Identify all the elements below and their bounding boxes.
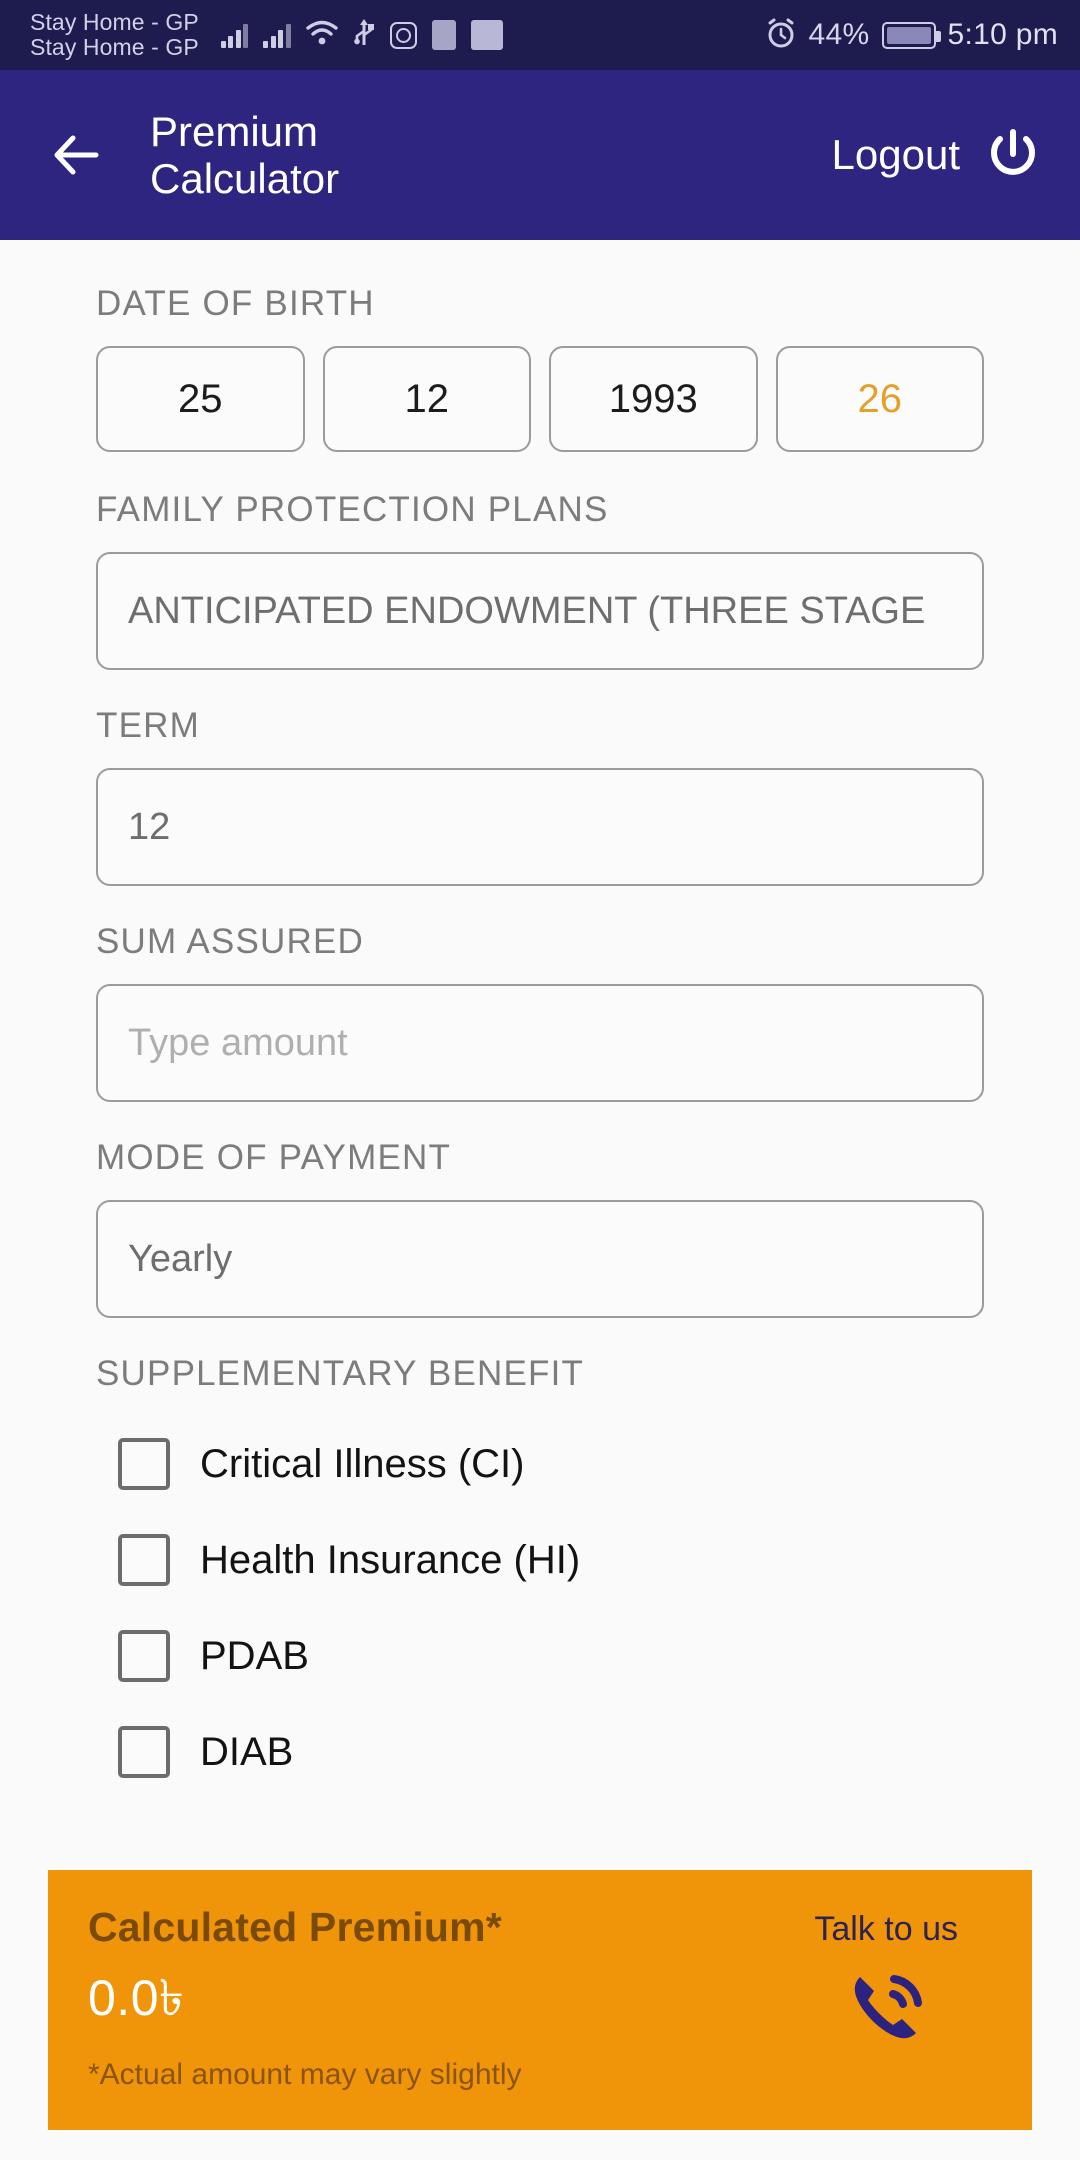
app-screen: Stay Home - GP Stay Home - GP 44% 5:10 p…	[0, 0, 1080, 2160]
instagram-icon	[389, 21, 417, 49]
alarm-icon	[765, 17, 797, 54]
checkbox-health-insurance[interactable]	[118, 1534, 170, 1586]
notification-app-icon	[470, 20, 503, 50]
plan-select[interactable]: ANTICIPATED ENDOWMENT (THREE STAGE	[96, 552, 984, 670]
checkbox-pdab[interactable]	[118, 1630, 170, 1682]
mode-of-payment-select[interactable]: Yearly	[96, 1200, 984, 1318]
plan-label: FAMILY PROTECTION PLANS	[96, 490, 609, 529]
battery-percent-label: 44%	[808, 18, 870, 51]
mode-of-payment-label: MODE OF PAYMENT	[96, 1138, 452, 1177]
premium-info: Calculated Premium* 0.0৳ *Actual amount …	[88, 1904, 814, 2092]
plan-group: FAMILY PROTECTION PLANS ANTICIPATED ENDO…	[96, 490, 984, 670]
dob-year-field[interactable]: 1993	[549, 346, 758, 452]
signal-icon	[220, 22, 249, 48]
signal-icon	[263, 22, 291, 48]
dob-group: DATE OF BIRTH 25 12 1993 26	[96, 284, 984, 452]
talk-to-us-label: Talk to us	[814, 1910, 958, 1948]
page-title: Premium Calculator	[150, 108, 339, 202]
term-label: TERM	[96, 706, 200, 745]
sum-assured-group: SUM ASSURED Type amount	[96, 922, 984, 1102]
supplementary-benefit-group: SUPPLEMENTARY BENEFIT Critical Illness (…	[96, 1354, 984, 1800]
clock-label: 5:10 pm	[947, 18, 1058, 51]
dob-month-field[interactable]: 12	[322, 346, 531, 452]
logout-button[interactable]: Logout	[832, 124, 1044, 186]
checkbox-label: DIAB	[200, 1729, 294, 1774]
calculated-premium-amount: 0.0৳	[88, 1970, 185, 2026]
mode-of-payment-group: MODE OF PAYMENT Yearly	[96, 1138, 984, 1318]
logout-label: Logout	[831, 131, 960, 178]
usb-icon	[353, 18, 375, 53]
list-item[interactable]: Health Insurance (HI)	[118, 1512, 984, 1608]
supplementary-benefit-list: Critical Illness (CI) Health Insurance (…	[96, 1416, 984, 1800]
phone-call-icon[interactable]	[840, 1961, 932, 2053]
calculated-premium-title: Calculated Premium*	[88, 1904, 502, 1950]
page-title-line1: Premium	[150, 107, 319, 155]
back-button[interactable]	[46, 124, 108, 186]
power-icon[interactable]	[982, 124, 1044, 186]
sum-assured-input[interactable]: Type amount	[96, 984, 984, 1102]
form-content: DATE OF BIRTH 25 12 1993 26 FAMILY PROTE…	[0, 240, 1080, 1800]
checkbox-critical-illness[interactable]	[118, 1438, 170, 1490]
page-title-line2: Calculator	[150, 155, 340, 202]
carrier-label-sim1: Stay Home - GP	[30, 9, 199, 36]
supplementary-benefit-label: SUPPLEMENTARY BENEFIT	[96, 1354, 585, 1393]
checkbox-label: Health Insurance (HI)	[200, 1537, 581, 1582]
notification-app-icon	[431, 20, 456, 50]
dob-label: DATE OF BIRTH	[96, 284, 375, 323]
dob-day-field[interactable]: 25	[96, 346, 305, 452]
wifi-icon	[306, 20, 338, 51]
status-bar: Stay Home - GP Stay Home - GP 44% 5:10 p…	[0, 0, 1080, 70]
calculated-premium-card: Calculated Premium* 0.0৳ *Actual amount …	[48, 1870, 1032, 2130]
sum-assured-label: SUM ASSURED	[96, 922, 364, 961]
list-item[interactable]: DIAB	[118, 1704, 984, 1800]
checkbox-label: PDAB	[200, 1633, 309, 1678]
status-bar-icons	[220, 18, 503, 53]
app-bar: Premium Calculator Logout	[0, 70, 1080, 240]
dob-age-field: 26	[775, 346, 984, 452]
carrier-labels: Stay Home - GP Stay Home - GP	[30, 10, 199, 60]
status-bar-right: 44% 5:10 pm	[765, 17, 1058, 54]
talk-to-us-button[interactable]: Talk to us	[814, 1904, 992, 2053]
dob-row: 25 12 1993 26	[96, 346, 984, 452]
checkbox-diab[interactable]	[118, 1726, 170, 1778]
battery-charging-icon	[881, 21, 941, 49]
term-group: TERM 12	[96, 706, 984, 886]
term-select[interactable]: 12	[96, 768, 984, 886]
list-item[interactable]: Critical Illness (CI)	[118, 1416, 984, 1512]
carrier-label-sim2: Stay Home - GP	[30, 34, 199, 60]
list-item[interactable]: PDAB	[118, 1608, 984, 1704]
checkbox-label: Critical Illness (CI)	[200, 1441, 525, 1486]
calculated-premium-note: *Actual amount may vary slightly	[88, 2058, 522, 2091]
